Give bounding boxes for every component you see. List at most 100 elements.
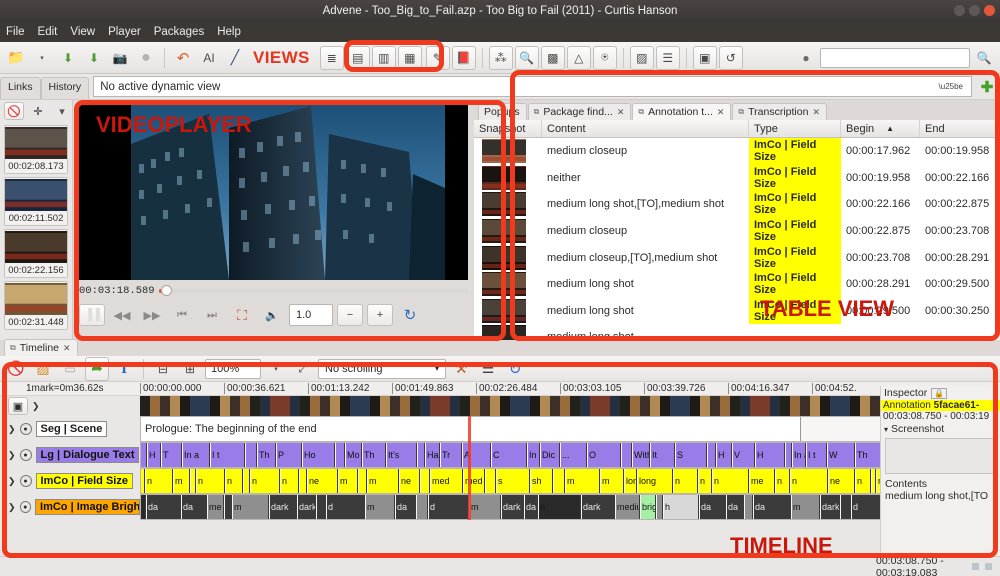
add-view-button[interactable]: ✚ [976, 76, 998, 97]
maximize-button[interactable] [969, 5, 980, 16]
montage-icon[interactable]: ▩ [540, 45, 565, 70]
menu-player[interactable]: Player [108, 26, 141, 38]
timeline-annotation[interactable] [554, 469, 565, 493]
clock-icon[interactable]: ● [19, 449, 32, 461]
timeline-annotation[interactable]: m [339, 469, 358, 493]
tab-history[interactable]: History [40, 77, 90, 99]
zoom-level-input[interactable]: 100% [205, 358, 261, 379]
timeline-annotation[interactable]: n [281, 469, 299, 493]
imagegrid-icon[interactable]: ▨ [629, 45, 654, 70]
column-header-content[interactable]: Content [542, 120, 749, 137]
table-row[interactable]: medium long shot,[TO],medium shot ImCo | … [474, 191, 1000, 218]
row-snapshot[interactable] [474, 244, 542, 271]
slides-icon[interactable]: ▣ [692, 45, 717, 70]
table-row[interactable]: medium long shot [474, 324, 1000, 340]
timeline-annotation[interactable]: h [664, 495, 699, 519]
detach-icon[interactable]: ⧉ [738, 107, 744, 117]
timeline-annotation[interactable]: I t [807, 443, 827, 467]
timeline-annotation[interactable]: dark [270, 495, 297, 519]
timeline-annotation[interactable] [317, 495, 326, 519]
timeline-annotation[interactable]: da [525, 495, 538, 519]
pencil-icon[interactable]: ╱ [223, 46, 247, 70]
timeline-annotation[interactable]: da [182, 495, 207, 519]
annotation-type-icon[interactable]: ▨ [31, 357, 55, 381]
open-package-icon[interactable]: 📁 [4, 46, 28, 70]
timeline-annotation[interactable] [417, 495, 428, 519]
playback-rate-input[interactable]: 1.0 [289, 304, 333, 326]
timeline-annotation[interactable]: dark [502, 495, 524, 519]
zoom-out-icon[interactable]: ⊟ [151, 357, 175, 381]
expand-icon[interactable]: ❯ [8, 450, 16, 461]
close-icon[interactable]: ✕ [812, 107, 820, 118]
row-snapshot[interactable] [474, 165, 542, 192]
timeline-annotation[interactable] [745, 495, 753, 519]
move-icon[interactable]: ✛ [28, 102, 48, 120]
timeline-track-label[interactable]: ❯ ● Lg | Dialogue Text [0, 442, 140, 468]
timeline-annotation[interactable]: ne [829, 469, 855, 493]
info-icon[interactable]: ℹ [112, 357, 136, 381]
timeline-annotation[interactable]: n [856, 469, 871, 493]
table-view-button[interactable]: ▦ [397, 45, 422, 70]
timeline-annotation[interactable]: n [146, 469, 173, 493]
graph-icon[interactable]: ⁂ [488, 45, 513, 70]
timeline-annotation[interactable] [418, 443, 425, 467]
timeline-annotation[interactable]: da [147, 495, 181, 519]
row-snapshot[interactable] [474, 271, 542, 298]
mute-button[interactable]: 🔈 [259, 304, 285, 326]
timeline-annotation[interactable]: m [233, 495, 269, 519]
timeline-annotation[interactable]: It's [387, 443, 417, 467]
loop-button[interactable]: ↻ [397, 304, 423, 326]
timeline-annotation[interactable]: n [791, 469, 828, 493]
timeline-annotation[interactable]: da [700, 495, 726, 519]
timeline-lane-dialogue[interactable]: HTIn aI tThPHoMoThIt'sHaTrACIn thDic...O… [140, 442, 1000, 468]
shot-thumbnail[interactable]: 00:02:22.156 [4, 229, 68, 278]
timeline-annotation[interactable]: m [601, 469, 624, 493]
layers-icon[interactable]: ☰ [476, 357, 500, 381]
rewind-button[interactable]: ◀◀ [109, 304, 135, 326]
forward-button[interactable]: ▶▶ [139, 304, 165, 326]
close-icon[interactable]: ✕ [717, 107, 725, 118]
timeline-annotation[interactable]: ne [400, 469, 420, 493]
timeline-annotation[interactable]: In a [793, 443, 806, 467]
timeline-annotation[interactable]: P [277, 443, 302, 467]
close-icon[interactable]: ✕ [63, 343, 71, 354]
undo-icon[interactable]: ↶ [171, 46, 195, 70]
search-input[interactable] [820, 47, 970, 68]
timeline-annotation[interactable]: Ho [303, 443, 335, 467]
minimize-button[interactable] [954, 5, 965, 16]
shot-thumbnail[interactable]: 00:02:08.173 [4, 125, 68, 174]
history-icon[interactable]: ↺ [718, 45, 743, 70]
timeline-annotation[interactable]: n [226, 469, 243, 493]
open-dropdown-caret-icon[interactable]: ▾ [30, 46, 54, 70]
view-tab-3[interactable]: ⧉ Transcription ✕ [732, 103, 827, 120]
timeline-annotation[interactable]: me [750, 469, 775, 493]
timeline-lane-brightness[interactable]: dadamemdarkdarkdmdadmdarkdandarkmediumbr… [140, 494, 1000, 520]
shotdetect-icon[interactable]: △ [566, 45, 591, 70]
expand-icon[interactable]: ❯ [32, 401, 40, 412]
column-header-snapshot[interactable]: Snapshot [474, 120, 542, 137]
timeline-annotation[interactable]: It [651, 443, 675, 467]
clock-icon[interactable]: ● [19, 475, 32, 487]
save-as-icon[interactable]: ⬇ [82, 46, 106, 70]
timeline-annotation[interactable]: With in [633, 443, 650, 467]
filmstrip-toggle-icon[interactable]: ▣ [8, 397, 28, 415]
timeline-annotation[interactable] [708, 443, 716, 467]
expand-icon[interactable]: ❯ [8, 476, 16, 487]
zoom-dropdown-caret-icon[interactable]: ▾ [264, 357, 288, 381]
timeline-annotation[interactable] [225, 495, 232, 519]
timeline-annotation[interactable]: m [366, 495, 395, 519]
table-row[interactable]: medium long shot ImCo | Field Size 00:00:2… [474, 270, 1000, 298]
table-row[interactable]: medium closeup,[TO],medium shot ImCo | Fi… [474, 244, 1000, 271]
tab-timeline[interactable]: ⧉ Timeline ✕ [4, 339, 78, 356]
timeline-annotation[interactable]: d [429, 495, 469, 519]
view-tab-2[interactable]: ⧉ Annotation t... ✕ [632, 103, 732, 120]
search-icon[interactable]: 🔍 [972, 46, 996, 70]
timeline-annotation[interactable]: V [733, 443, 755, 467]
timeline-annotation[interactable]: dark [298, 495, 316, 519]
timeline-annotation[interactable]: dark [821, 495, 840, 519]
timeline-annotation[interactable]: m [368, 469, 399, 493]
notes-icon[interactable]: ☰ [655, 45, 680, 70]
transcription-view-button[interactable]: ▥ [371, 45, 396, 70]
timeline-lane-fieldsize[interactable]: nmnnnnnemmnemedmedsshmmlonglongnnnmennne… [140, 468, 1000, 494]
timeline-annotation[interactable]: Tr [441, 443, 462, 467]
